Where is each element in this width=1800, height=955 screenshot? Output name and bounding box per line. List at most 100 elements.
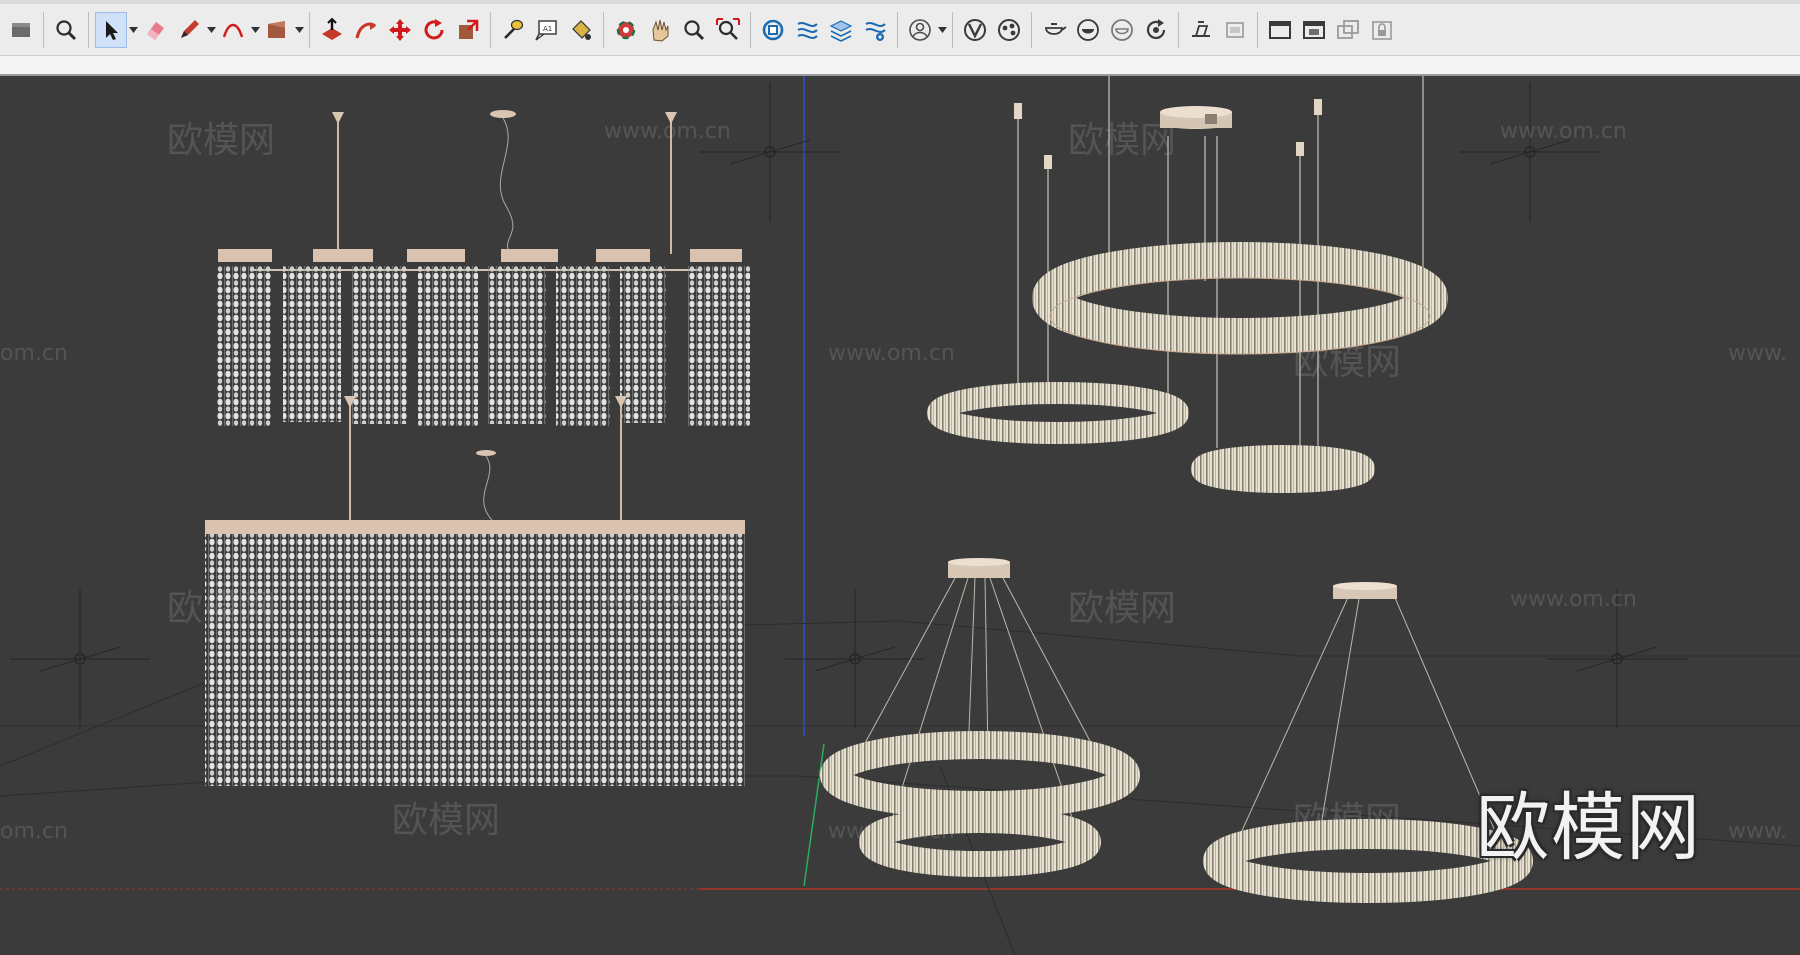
- pan-icon: [652, 19, 669, 42]
- select-arrow-button[interactable]: [95, 11, 127, 48]
- watermark-url: www.om.cn: [1510, 587, 1637, 612]
- watermark-url: www.om.cn: [1500, 119, 1627, 144]
- ceiling-plate: [690, 249, 742, 262]
- zoom-extents-button[interactable]: [712, 12, 744, 48]
- watermark-url: www.: [1728, 341, 1787, 366]
- refresh-render-icon: [1146, 18, 1166, 39]
- window-button[interactable]: [1264, 12, 1296, 48]
- refresh-render-button[interactable]: [1140, 12, 1172, 48]
- move-button[interactable]: [384, 12, 416, 48]
- section-plane-button[interactable]: [1185, 12, 1217, 48]
- teapot-render-button[interactable]: [1072, 12, 1104, 48]
- dropdown-arrow[interactable]: [294, 12, 304, 48]
- follow-me-icon: [355, 21, 376, 38]
- section-plane-icon: [1192, 20, 1210, 37]
- layers-icon: [829, 19, 853, 42]
- zoom-icon: [684, 19, 705, 40]
- text-button[interactable]: A1: [531, 12, 563, 48]
- suspension-wire: [984, 577, 989, 757]
- box-button[interactable]: [5, 12, 37, 48]
- layers-button[interactable]: [825, 12, 857, 48]
- shape-button[interactable]: [261, 12, 293, 48]
- rotate-button[interactable]: [418, 12, 450, 48]
- settings-button[interactable]: [859, 12, 891, 48]
- section-fill-icon: [1226, 21, 1244, 38]
- medium-ring: [927, 382, 1189, 444]
- select-arrow-icon: [106, 20, 118, 40]
- cable-canopy: [490, 110, 516, 118]
- wire-gripper: [1314, 99, 1322, 115]
- ceiling-canopy: [332, 112, 344, 124]
- teapot-render-icon: [1077, 18, 1099, 41]
- dropdown-arrow[interactable]: [206, 12, 216, 48]
- ceiling-canopy-top: [1333, 582, 1397, 590]
- window-compare-button[interactable]: [1332, 12, 1364, 48]
- brand-logo-text: 欧模网: [1476, 785, 1701, 871]
- arc-button[interactable]: [217, 12, 249, 48]
- move-icon: [389, 18, 411, 41]
- component-icon: [762, 19, 784, 40]
- svg-text:A1: A1: [543, 25, 552, 33]
- window-render-button[interactable]: [1298, 12, 1330, 48]
- zoom-icon: [56, 19, 77, 40]
- three-ring-chandelier[interactable]: [927, 76, 1448, 493]
- material-icon: [998, 18, 1020, 41]
- orbit-button[interactable]: [610, 12, 642, 48]
- rotate-icon: [424, 18, 444, 39]
- chevron-down-icon: [206, 26, 216, 33]
- scale-button[interactable]: [452, 12, 484, 48]
- watermark-logo: 欧模网: [1068, 120, 1176, 161]
- ceiling-plate: [596, 249, 650, 262]
- linear-crystal-chandelier-strands[interactable]: [217, 110, 750, 426]
- material-button[interactable]: [993, 12, 1025, 48]
- watermark-url: www.om.cn: [828, 341, 955, 366]
- dropdown-arrow[interactable]: [128, 12, 138, 48]
- single-ring-chandelier[interactable]: [1203, 582, 1533, 903]
- component-button[interactable]: [757, 12, 789, 48]
- vray-button[interactable]: [959, 12, 991, 48]
- teapot-button[interactable]: [1038, 12, 1070, 48]
- crystal-cluster: [488, 266, 546, 424]
- teapot-interactive-button[interactable]: [1106, 12, 1138, 48]
- paint-bucket-icon: [572, 19, 591, 40]
- push-pull-icon: [322, 17, 342, 40]
- user-icon: [909, 18, 931, 41]
- 3d-viewport[interactable]: 欧模网 www.om.cn 欧模网 www.om.cn om.cn www.om.cn 欧模…: [0, 76, 1800, 955]
- extension-button[interactable]: [791, 12, 823, 48]
- eraser-button[interactable]: [139, 12, 171, 48]
- watermark-url: om.cn: [0, 819, 68, 844]
- lock-button[interactable]: [1366, 12, 1398, 48]
- crosshair-marker: [700, 82, 840, 222]
- toolbar-separator: [750, 11, 751, 48]
- ring: [1203, 819, 1533, 903]
- power-cable: [499, 117, 514, 255]
- settings-icon: [865, 21, 886, 41]
- dropdown-arrow[interactable]: [250, 12, 260, 48]
- chevron-down-icon: [937, 26, 947, 33]
- green-axis: [803, 743, 825, 887]
- toolbar-separator: [1178, 11, 1179, 48]
- crystal-cluster: [620, 266, 666, 423]
- follow-me-button[interactable]: [350, 12, 382, 48]
- ceiling-plate: [218, 249, 272, 262]
- pan-button[interactable]: [644, 12, 676, 48]
- pencil-button[interactable]: [173, 12, 205, 48]
- text-icon: A1: [535, 19, 557, 41]
- user-button[interactable]: [904, 12, 936, 48]
- cable-canopy: [476, 450, 496, 456]
- rectangular-crystal-curtain-chandelier[interactable]: [205, 396, 745, 786]
- push-pull-button[interactable]: [316, 12, 348, 48]
- paint-bucket-button[interactable]: [565, 12, 597, 48]
- top-frame: [205, 520, 745, 534]
- zoom-button[interactable]: [678, 12, 710, 48]
- tape-measure-button[interactable]: [497, 12, 529, 48]
- dropdown-arrow[interactable]: [937, 12, 947, 48]
- toolbar-separator: [897, 11, 898, 48]
- crystal-cluster: [352, 266, 407, 424]
- toolbar: A1: [0, 4, 1800, 56]
- crosshair-marker: [785, 589, 925, 729]
- zoom-button[interactable]: [50, 12, 82, 48]
- section-fill-button[interactable]: [1219, 12, 1251, 48]
- zoom-extents-icon: [716, 17, 740, 40]
- crystal-cluster: [556, 266, 610, 426]
